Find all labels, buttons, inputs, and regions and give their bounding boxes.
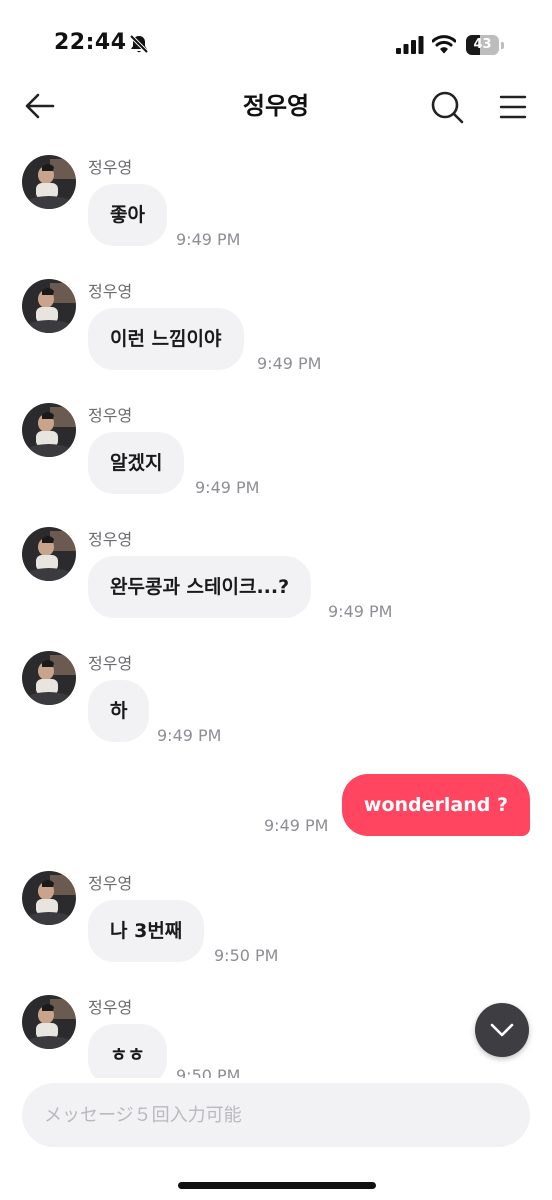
home-indicator xyxy=(178,1182,376,1189)
message-list[interactable]: 정우영 좋아 9:49 PM 정우영 이런 느낌이야 9:49 PM 정우영 알… xyxy=(0,140,552,1078)
message-bubble-outgoing[interactable]: wonderland ? xyxy=(341,774,530,836)
scroll-down-button[interactable] xyxy=(475,1003,529,1057)
message-bubble[interactable]: 좋아 xyxy=(88,184,167,246)
chevron-down-icon xyxy=(490,1023,514,1037)
sender-name: 정우영 xyxy=(88,874,133,893)
message-time: 9:49 PM xyxy=(195,478,260,497)
search-icon[interactable] xyxy=(430,90,464,124)
message-input[interactable] xyxy=(22,1083,530,1147)
battery-body: 43 xyxy=(466,35,499,55)
message-input-bar xyxy=(22,1083,530,1147)
sender-name: 정우영 xyxy=(88,530,133,549)
avatar[interactable] xyxy=(22,995,76,1049)
avatar[interactable] xyxy=(22,651,76,705)
message-time: 9:49 PM xyxy=(157,726,222,745)
avatar[interactable] xyxy=(22,527,76,581)
wifi-icon xyxy=(432,35,456,54)
battery-percentage: 43 xyxy=(473,37,492,52)
message-bubble[interactable]: 이런 느낌이야 xyxy=(88,308,244,370)
status-bar: 22:44 43 xyxy=(0,0,552,80)
message-time: 9:49 PM xyxy=(328,602,393,621)
avatar[interactable] xyxy=(22,279,76,333)
battery-indicator: 43 xyxy=(466,35,504,55)
avatar[interactable] xyxy=(22,155,76,209)
message-bubble[interactable]: 하 xyxy=(88,680,150,742)
avatar[interactable] xyxy=(22,871,76,925)
message-time: 9:49 PM xyxy=(257,354,322,373)
sender-name: 정우영 xyxy=(88,998,133,1017)
arrow-left-icon[interactable] xyxy=(22,88,58,124)
message-bubble[interactable]: ㅎㅎ xyxy=(88,1024,167,1078)
page-title: 정우영 xyxy=(242,92,310,120)
status-time: 22:44 xyxy=(54,30,127,55)
bell-slash-icon xyxy=(129,34,149,54)
message-time: 9:49 PM xyxy=(264,816,329,835)
battery-tip xyxy=(501,42,504,49)
message-bubble[interactable]: 알겠지 xyxy=(88,432,185,494)
hamburger-menu-icon[interactable] xyxy=(498,92,528,122)
message-bubble[interactable]: 나 3번째 xyxy=(88,900,205,962)
sender-name: 정우영 xyxy=(88,158,133,177)
cellular-signal-icon xyxy=(396,36,424,54)
sender-name: 정우영 xyxy=(88,282,133,301)
message-time: 9:50 PM xyxy=(214,946,279,965)
message-bubble[interactable]: 완두콩과 스테이크...? xyxy=(88,556,312,618)
message-time: 9:50 PM xyxy=(176,1066,241,1078)
sender-name: 정우영 xyxy=(88,406,133,425)
message-time: 9:49 PM xyxy=(176,230,241,249)
chat-header: 정우영 xyxy=(0,80,552,136)
sender-name: 정우영 xyxy=(88,654,133,673)
avatar[interactable] xyxy=(22,403,76,457)
